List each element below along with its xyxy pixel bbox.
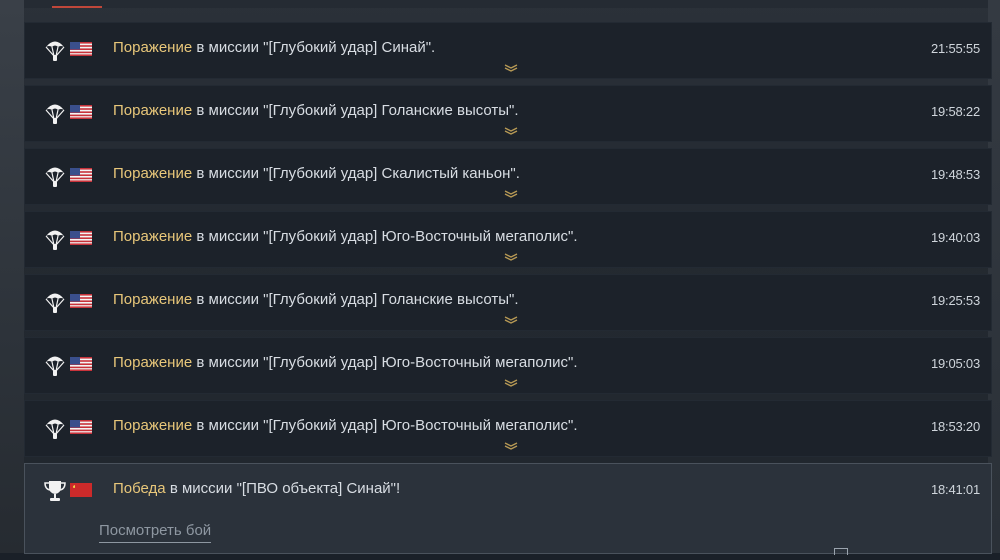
battle-mission-text: в миссии "[Глубокий удар] Скалистый кань… bbox=[192, 165, 520, 182]
battle-time: 19:25:53 bbox=[930, 293, 980, 308]
expand-chevron-icon[interactable] bbox=[504, 63, 518, 73]
parachute-icon bbox=[45, 419, 65, 439]
ussr-flag-icon bbox=[70, 483, 92, 497]
battle-result-message: Победа в миссии "[ПВО объекта] Синай"! bbox=[113, 480, 400, 497]
battle-time: 19:48:53 bbox=[930, 167, 980, 182]
battle-log-row[interactable]: Поражение в миссии "[Глубокий удар] Гола… bbox=[24, 85, 992, 142]
battle-result-message: Поражение в миссии "[Глубокий удар] Сина… bbox=[113, 39, 435, 56]
view-battle-link[interactable]: Посмотреть бой bbox=[99, 522, 212, 543]
battle-mission-text: в миссии "[ПВО объекта] Синай"! bbox=[165, 480, 401, 497]
battle-log-row[interactable]: Поражение в миссии "[Глубокий удар] Сина… bbox=[24, 22, 992, 79]
battle-mission-text: в миссии "[Глубокий удар] Синай". bbox=[192, 39, 436, 56]
battle-result-message: Поражение в миссии "[Глубокий удар] Юго-… bbox=[113, 417, 578, 434]
parachute-icon bbox=[45, 167, 65, 187]
us-flag-icon bbox=[70, 42, 92, 56]
expand-chevron-icon[interactable] bbox=[504, 378, 518, 388]
battle-log-row[interactable]: Поражение в миссии "[Глубокий удар] Юго-… bbox=[24, 211, 992, 268]
active-tab-indicator bbox=[52, 6, 102, 8]
battle-mission-text: в миссии "[Глубокий удар] Голанские высо… bbox=[192, 102, 519, 119]
us-flag-icon bbox=[70, 357, 92, 371]
battle-result-message: Поражение в миссии "[Глубокий удар] Скал… bbox=[113, 165, 520, 182]
battle-log-row[interactable]: Поражение в миссии "[Глубокий удар] Гола… bbox=[24, 274, 992, 331]
battle-mission-text: в миссии "[Глубокий удар] Юго-Восточный … bbox=[192, 417, 578, 434]
battle-result-label: Поражение bbox=[113, 228, 193, 245]
battle-time: 21:55:55 bbox=[930, 41, 980, 56]
us-flag-icon bbox=[70, 294, 92, 308]
battle-result-message: Поражение в миссии "[Глубокий удар] Гола… bbox=[113, 291, 519, 308]
expand-chevron-icon[interactable] bbox=[504, 189, 518, 199]
expand-chevron-icon[interactable] bbox=[504, 252, 518, 262]
trophy-icon bbox=[44, 481, 66, 501]
battle-time: 19:40:03 bbox=[930, 230, 980, 245]
battle-result-message: Поражение в миссии "[Глубокий удар] Юго-… bbox=[113, 354, 578, 371]
parachute-icon bbox=[45, 41, 65, 61]
battle-result-label: Поражение bbox=[113, 165, 193, 182]
battle-log-list: Поражение в миссии "[Глубокий удар] Сина… bbox=[24, 22, 992, 560]
battle-result-label: Победа bbox=[113, 480, 166, 497]
battle-log-row[interactable]: Поражение в миссии "[Глубокий удар] Скал… bbox=[24, 148, 992, 205]
battle-mission-text: в миссии "[Глубокий удар] Голанские высо… bbox=[192, 291, 519, 308]
battle-result-label: Поражение bbox=[113, 39, 193, 56]
us-flag-icon bbox=[70, 105, 92, 119]
battle-result-label: Поражение bbox=[113, 354, 193, 371]
battle-mission-text: в миссии "[Глубокий удар] Юго-Восточный … bbox=[192, 354, 578, 371]
us-flag-icon bbox=[70, 231, 92, 245]
expand-chevron-icon[interactable] bbox=[504, 441, 518, 451]
parachute-icon bbox=[45, 356, 65, 376]
us-flag-icon bbox=[70, 168, 92, 182]
battle-result-label: Поражение bbox=[113, 291, 193, 308]
background-left-edge bbox=[0, 0, 24, 553]
tab-strip bbox=[24, 0, 988, 8]
battle-mission-text: в миссии "[Глубокий удар] Юго-Восточный … bbox=[192, 228, 578, 245]
us-flag-icon bbox=[70, 420, 92, 434]
expand-chevron-icon[interactable] bbox=[504, 315, 518, 325]
battle-time: 19:05:03 bbox=[930, 356, 980, 371]
truncated-icon bbox=[834, 548, 848, 555]
battle-log-row[interactable]: Поражение в миссии "[Глубокий удар] Юго-… bbox=[24, 400, 992, 457]
battle-time: 19:58:22 bbox=[930, 104, 980, 119]
parachute-icon bbox=[45, 230, 65, 250]
battle-log-row-selected[interactable]: Победа в миссии "[ПВО объекта] Синай"! 1… bbox=[24, 463, 992, 555]
battle-result-message: Поражение в миссии "[Глубокий удар] Гола… bbox=[113, 102, 519, 119]
battle-log-row[interactable]: Поражение в миссии "[Глубокий удар] Юго-… bbox=[24, 337, 992, 394]
battle-time: 18:53:20 bbox=[930, 419, 980, 434]
battle-result-label: Поражение bbox=[113, 102, 193, 119]
parachute-icon bbox=[45, 293, 65, 313]
parachute-icon bbox=[45, 104, 65, 124]
expand-chevron-icon[interactable] bbox=[504, 126, 518, 136]
battle-result-message: Поражение в миссии "[Глубокий удар] Юго-… bbox=[113, 228, 578, 245]
battle-result-label: Поражение bbox=[113, 417, 193, 434]
battle-time: 18:41:01 bbox=[930, 482, 980, 497]
